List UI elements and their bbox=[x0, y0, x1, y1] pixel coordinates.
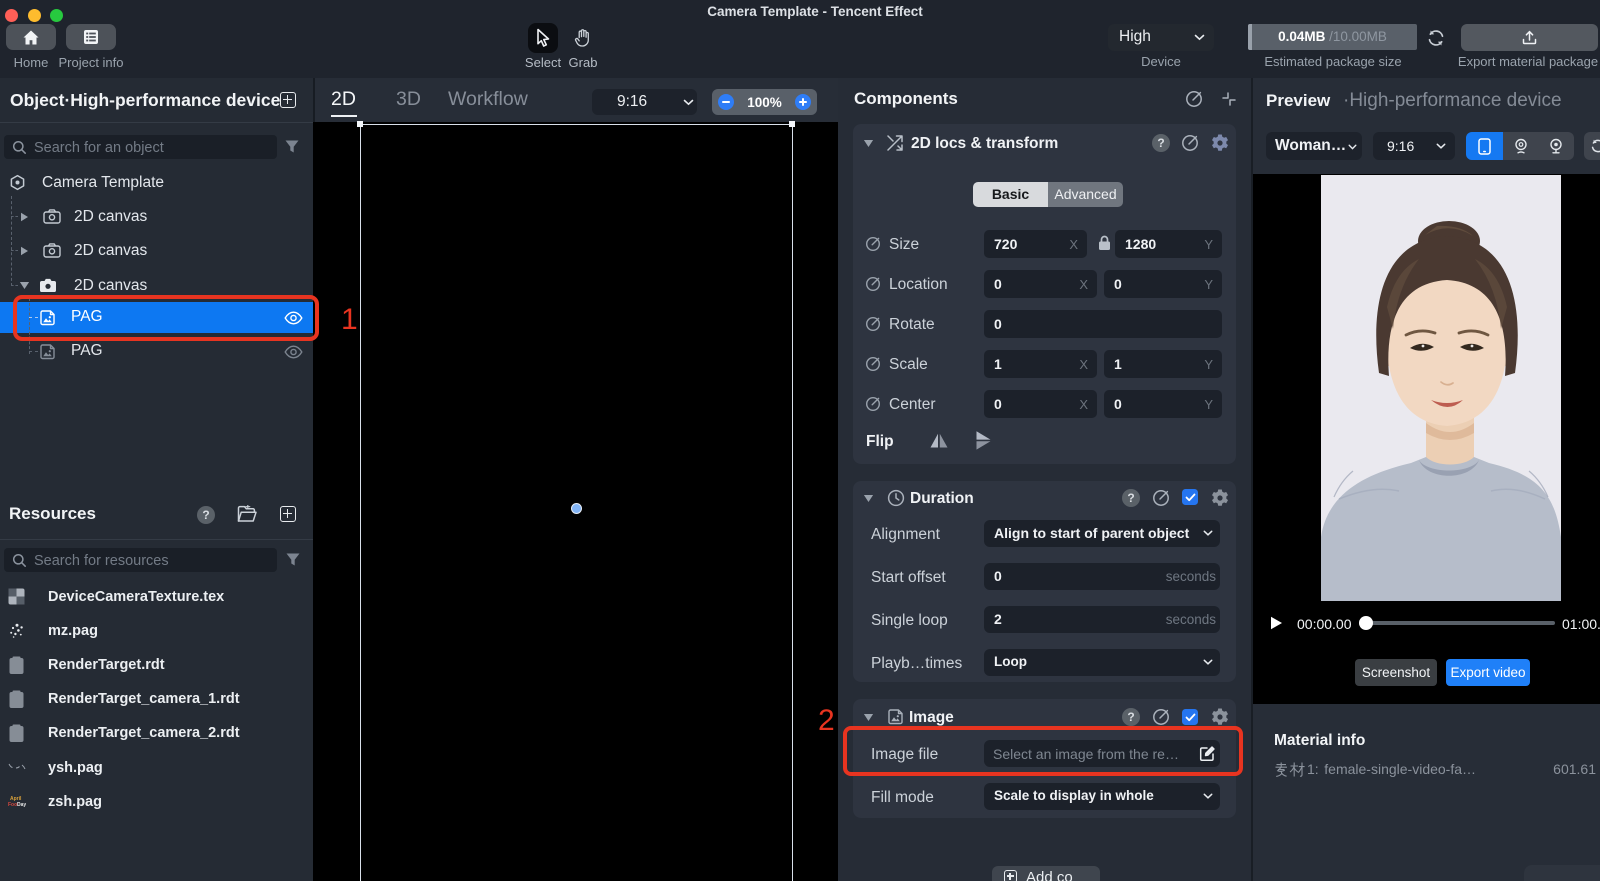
svg-text:Day: Day bbox=[17, 802, 26, 808]
